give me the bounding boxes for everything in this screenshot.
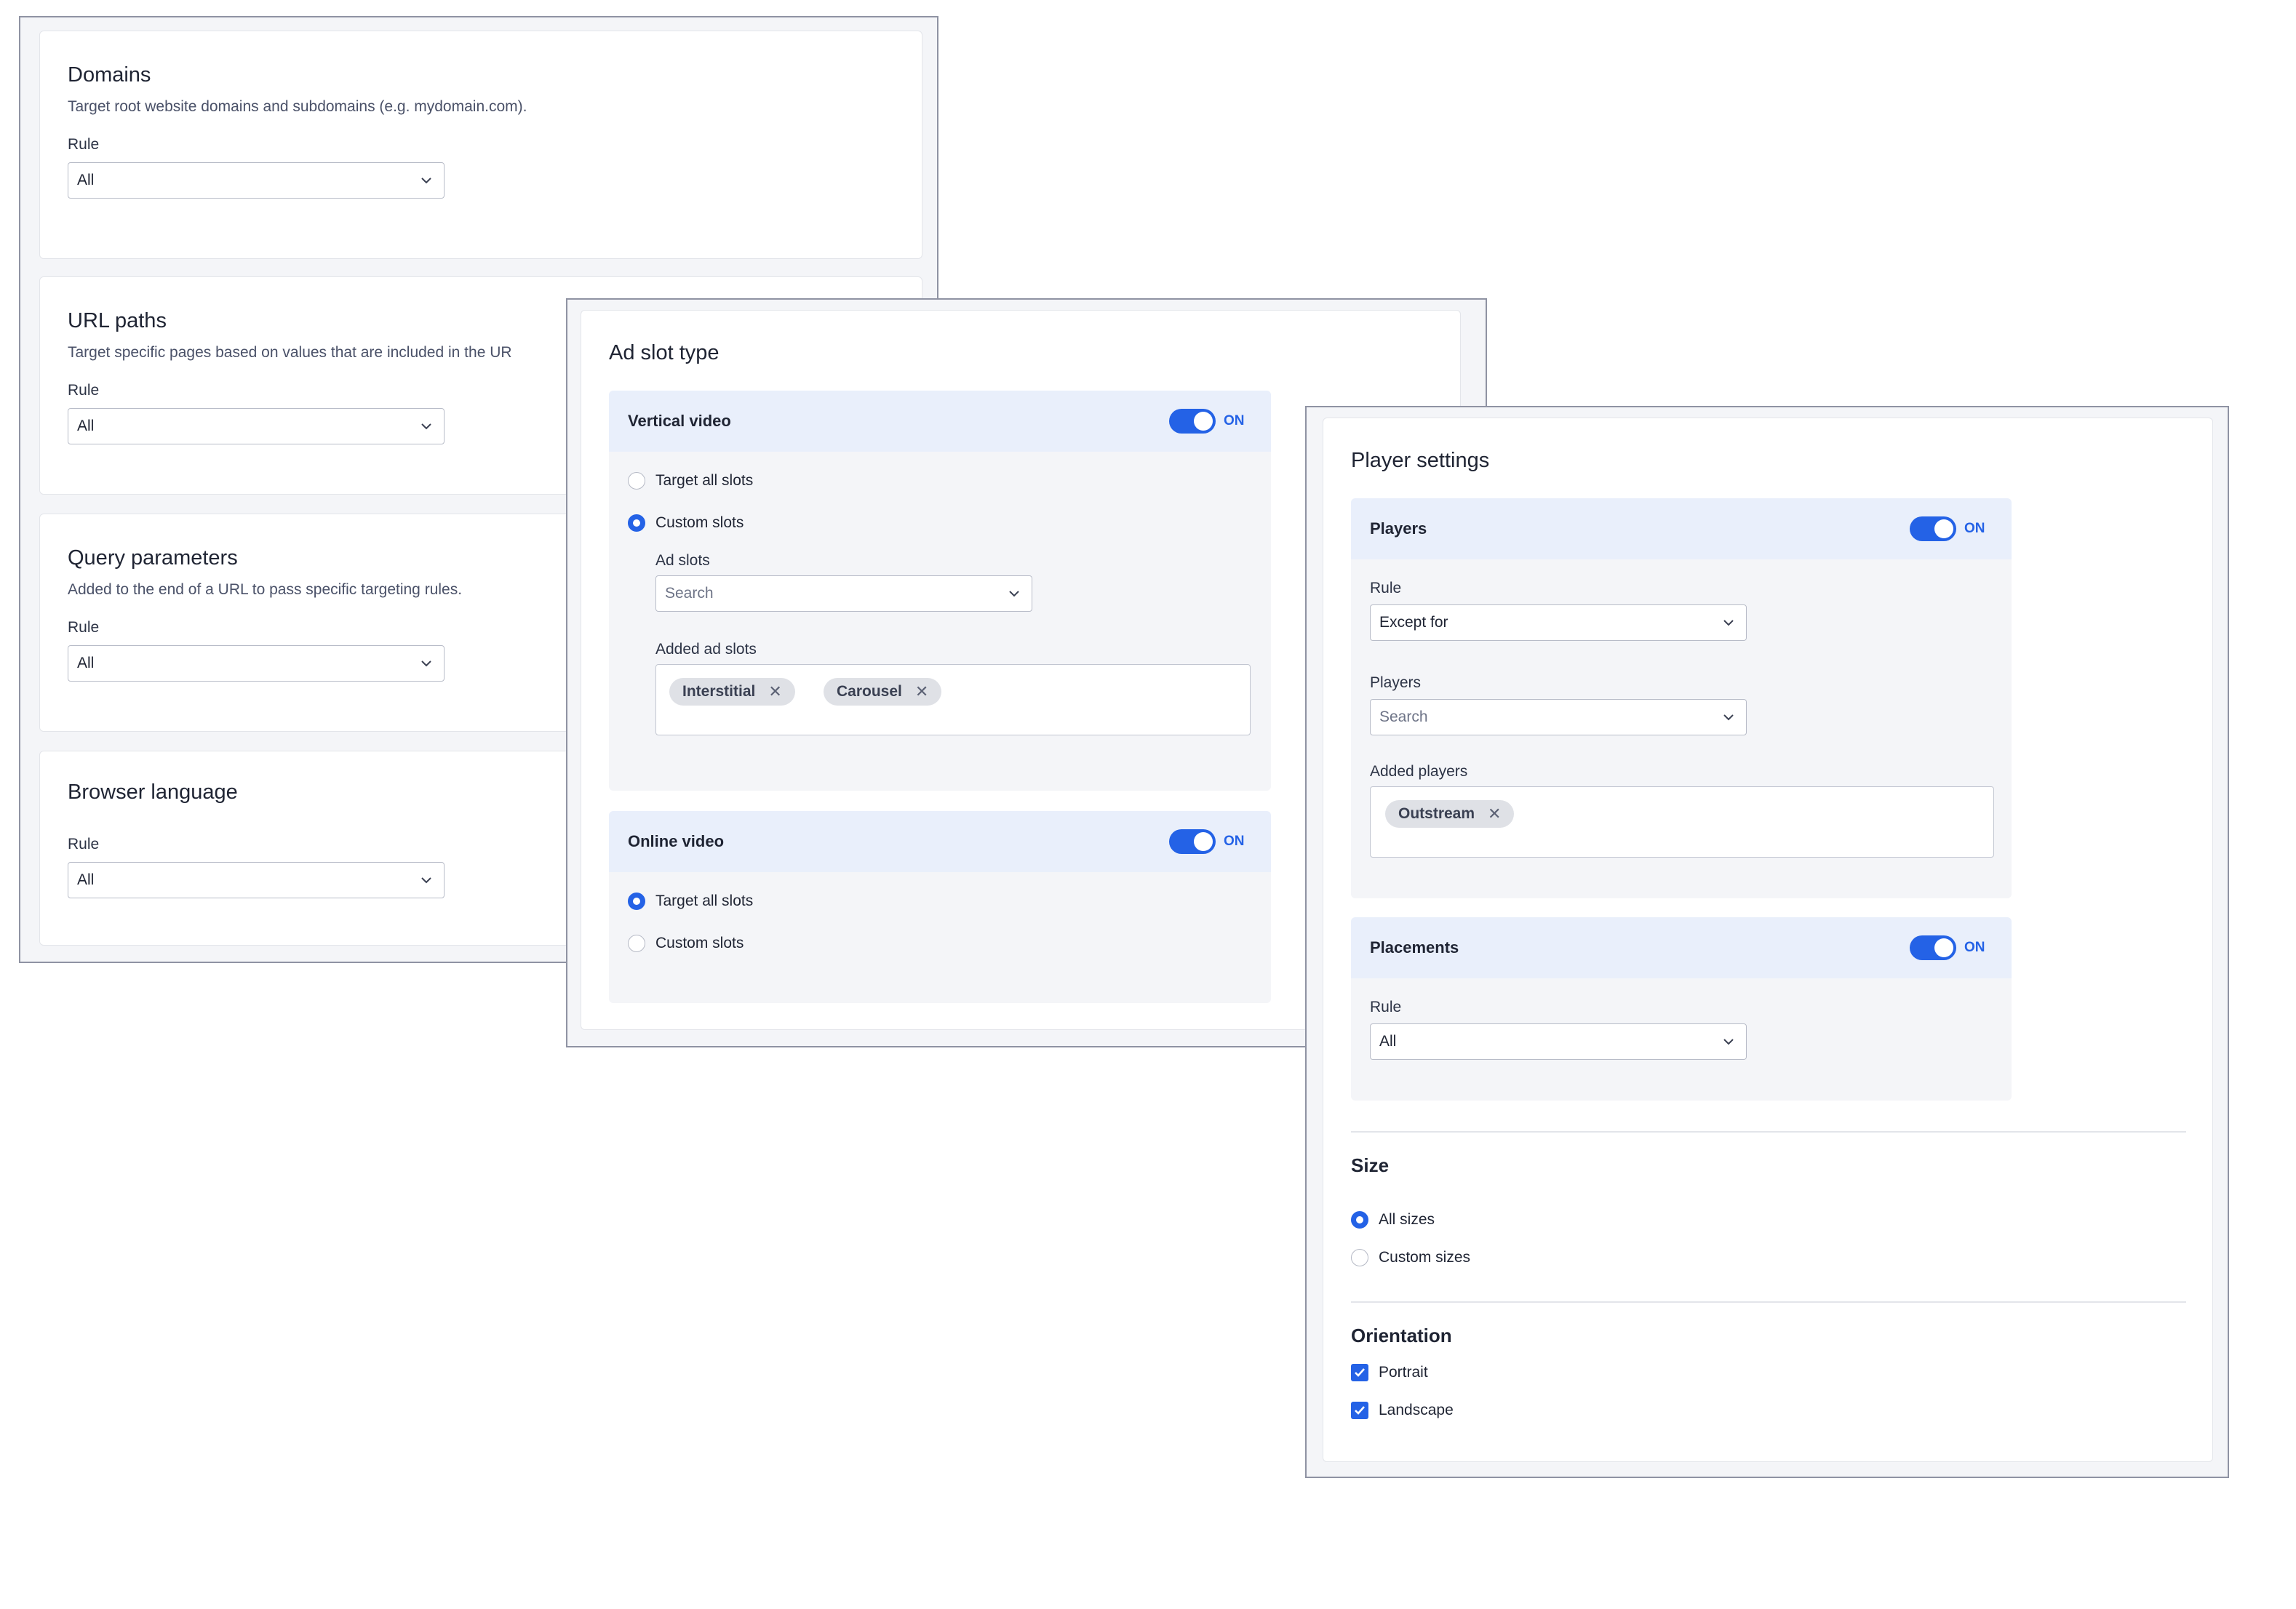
radio-target-all-slots[interactable] [628, 472, 645, 490]
divider [1351, 1131, 2186, 1133]
check-icon [1355, 1406, 1365, 1415]
domains-rule-value: All [77, 172, 95, 188]
chevron-down-icon [420, 658, 432, 669]
divider [1351, 1301, 2186, 1303]
check-icon [1355, 1368, 1365, 1377]
domains-card: Domains Target root website domains and … [39, 31, 922, 259]
url-paths-rule-label: Rule [68, 382, 100, 399]
placements-toggle[interactable] [1910, 935, 1956, 960]
radio-all-sizes[interactable] [1351, 1211, 1368, 1229]
added-ad-slots-label: Added ad slots [655, 641, 757, 658]
placements-rule-value: All [1379, 1033, 1397, 1050]
custom-slots-label: Custom slots [655, 935, 744, 951]
placements-toggle-state: ON [1964, 940, 1985, 955]
toggle-knob [1934, 938, 1953, 957]
player-settings-card: Player settings Players ON Rule Except f… [1323, 418, 2213, 1462]
toggle-knob [1934, 519, 1953, 538]
browser-language-rule-value: All [77, 871, 95, 888]
url-paths-description: Target specific pages based on values th… [68, 344, 512, 361]
size-title: Size [1351, 1154, 1390, 1176]
radio-custom-slots[interactable] [628, 935, 645, 952]
chevron-down-icon [1723, 617, 1734, 628]
all-sizes-label: All sizes [1379, 1211, 1435, 1228]
chip-interstitial: Interstitial ✕ [669, 678, 795, 706]
query-parameters-rule-select[interactable]: All [68, 645, 445, 682]
chip-label: Carousel [837, 683, 902, 700]
players-section: Players ON Rule Except for Players Searc… [1351, 498, 2012, 898]
online-video-section: Online video ON Target all slots Custom … [609, 811, 1271, 1003]
chip-outstream: Outstream ✕ [1385, 800, 1515, 828]
chip-carousel: Carousel ✕ [824, 678, 942, 706]
placements-rule-label: Rule [1370, 999, 1402, 1015]
remove-icon[interactable]: ✕ [915, 682, 928, 701]
chevron-down-icon [420, 420, 432, 432]
ad-slot-type-title: Ad slot type [609, 341, 720, 364]
checkbox-landscape[interactable] [1351, 1402, 1368, 1419]
query-parameters-title: Query parameters [68, 546, 238, 570]
players-search-placeholder: Search [1379, 708, 1428, 725]
url-paths-rule-value: All [77, 418, 95, 434]
added-players-label: Added players [1370, 763, 1468, 780]
players-search[interactable]: Search [1370, 699, 1747, 735]
chip-label: Outstream [1398, 805, 1475, 822]
vertical-video-toggle-state: ON [1224, 413, 1245, 428]
ad-slots-search[interactable]: Search [655, 575, 1032, 612]
ad-slots-search-placeholder: Search [665, 585, 714, 602]
added-ad-slots-box: Interstitial ✕ Carousel ✕ [655, 664, 1251, 735]
players-label: Players [1370, 674, 1422, 691]
players-rule-label: Rule [1370, 580, 1402, 596]
toggle-knob [1194, 832, 1213, 851]
placements-section: Placements ON Rule All [1351, 917, 2012, 1101]
player-settings-panel: Player settings Players ON Rule Except f… [1305, 406, 2229, 1478]
chip-label: Interstitial [682, 683, 756, 700]
placements-rule-select[interactable]: All [1370, 1023, 1747, 1060]
ad-slots-label: Ad slots [655, 552, 710, 569]
added-players-box: Outstream ✕ [1370, 786, 1994, 858]
landscape-label: Landscape [1379, 1402, 1454, 1418]
players-title: Players [1370, 519, 1427, 538]
query-parameters-rule-label: Rule [68, 619, 100, 636]
portrait-label: Portrait [1379, 1364, 1428, 1381]
radio-target-all-slots[interactable] [628, 893, 645, 910]
url-paths-title: URL paths [68, 309, 167, 332]
target-all-slots-label: Target all slots [655, 893, 754, 909]
domains-title: Domains [68, 63, 151, 87]
players-rule-select[interactable]: Except for [1370, 604, 1747, 641]
custom-slots-label: Custom slots [655, 514, 744, 531]
online-video-toggle-state: ON [1224, 834, 1245, 849]
domains-rule-label: Rule [68, 136, 100, 153]
chevron-down-icon [420, 874, 432, 886]
toggle-knob [1194, 412, 1213, 431]
browser-language-rule-label: Rule [68, 836, 100, 853]
vertical-video-toggle[interactable] [1169, 409, 1216, 434]
chevron-down-icon [420, 175, 432, 186]
domains-rule-select[interactable]: All [68, 162, 445, 199]
checkbox-portrait[interactable] [1351, 1364, 1368, 1381]
browser-language-title: Browser language [68, 780, 238, 804]
radio-custom-sizes[interactable] [1351, 1249, 1368, 1266]
players-toggle[interactable] [1910, 516, 1956, 541]
url-paths-rule-select[interactable]: All [68, 408, 445, 444]
chevron-down-icon [1723, 1036, 1734, 1047]
vertical-video-title: Vertical video [628, 412, 731, 430]
target-all-slots-label: Target all slots [655, 472, 754, 489]
placements-title: Placements [1370, 938, 1459, 957]
remove-icon[interactable]: ✕ [768, 682, 781, 701]
player-settings-title: Player settings [1351, 449, 1490, 472]
radio-custom-slots[interactable] [628, 514, 645, 532]
players-rule-value: Except for [1379, 614, 1448, 631]
online-video-title: Online video [628, 832, 725, 850]
online-video-toggle[interactable] [1169, 829, 1216, 854]
chevron-down-icon [1723, 711, 1734, 723]
query-parameters-description: Added to the end of a URL to pass specif… [68, 581, 463, 598]
remove-icon[interactable]: ✕ [1488, 804, 1501, 823]
domains-description: Target root website domains and subdomai… [68, 98, 527, 115]
vertical-video-section: Vertical video ON Target all slots Custo… [609, 391, 1271, 791]
custom-sizes-label: Custom sizes [1379, 1249, 1471, 1266]
browser-language-rule-select[interactable]: All [68, 862, 445, 898]
query-parameters-rule-value: All [77, 655, 95, 671]
chevron-down-icon [1008, 588, 1020, 599]
orientation-title: Orientation [1351, 1325, 1452, 1346]
players-toggle-state: ON [1964, 521, 1985, 536]
